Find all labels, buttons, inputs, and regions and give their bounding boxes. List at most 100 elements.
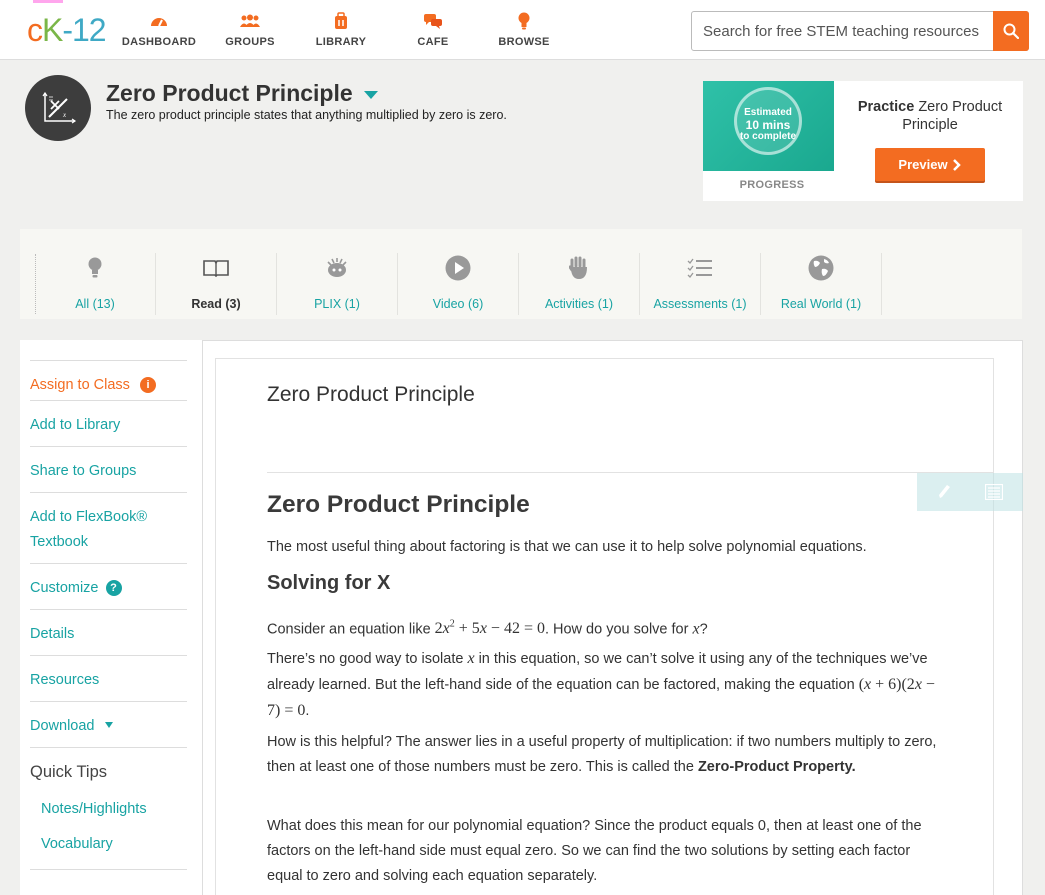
nav-groups[interactable]: GROUPS — [205, 10, 295, 48]
intro-paragraph: The most useful thing about factoring is… — [267, 539, 867, 555]
search-button[interactable] — [993, 11, 1029, 51]
vocabulary-link[interactable]: Vocabulary — [41, 836, 113, 852]
nav-dashboard-label: DASHBOARD — [121, 36, 197, 48]
modality-video[interactable]: Video (6) — [398, 253, 519, 315]
solving-for-x-heading: Solving for X — [267, 572, 391, 594]
zero-product-property-term: Zero-Product Property. — [697, 759, 856, 775]
modality-real-world-label: Real World (1) — [780, 297, 862, 311]
preview-button-label: Preview — [898, 157, 948, 172]
modality-assessments[interactable]: Assessments (1) — [640, 253, 761, 315]
browse-icon — [479, 10, 569, 32]
practice-heading-bold: Practice — [857, 99, 915, 115]
modality-real-world[interactable]: Real World (1) — [761, 253, 882, 315]
nav-library-label: LIBRARY — [315, 36, 367, 48]
concept-description: The zero product principle states that a… — [106, 108, 507, 122]
progress-label: PROGRESS — [739, 179, 805, 191]
var-x: x — [692, 620, 700, 638]
modality-video-label: Video (6) — [432, 297, 484, 311]
cafe-icon — [388, 10, 478, 32]
logo-12: -12 — [62, 12, 106, 48]
quick-tips-label: Quick Tips — [30, 763, 108, 781]
info-icon[interactable]: i — [139, 377, 156, 393]
share-to-groups[interactable]: Share to Groups — [30, 446, 187, 484]
estimate-minutes: 10 mins — [745, 118, 791, 132]
time-estimate-badge: Estimated 10 mins to complete — [734, 87, 802, 155]
ck12-logo[interactable]: cK-12 — [27, 12, 107, 49]
article-heading: Zero Product Principle — [267, 491, 530, 518]
plix-icon — [277, 253, 397, 283]
nav-cafe[interactable]: CAFE — [388, 10, 478, 48]
equation-quadratic: 2x2 + 5x − 42 = 0 — [434, 619, 545, 638]
customize-label: Customize — [30, 580, 99, 596]
details[interactable]: Details — [30, 609, 187, 647]
left-sidebar: Assign to Class i Add to Library Share t… — [20, 340, 202, 895]
practice-thumbnail[interactable]: Estimated 10 mins to complete — [703, 81, 834, 171]
nav-groups-label: GROUPS — [225, 36, 275, 48]
lightbulb-icon — [35, 253, 155, 283]
nav-browse[interactable]: BROWSE — [479, 10, 569, 48]
search-box — [691, 11, 1029, 51]
assign-to-class[interactable]: Assign to Class i — [30, 360, 187, 398]
paragraph-2: There’s no good way to isolate x in this… — [267, 646, 947, 724]
search-input[interactable] — [692, 12, 992, 50]
nav-cafe-label: CAFE — [417, 36, 449, 48]
modality-activities[interactable]: Activities (1) — [519, 253, 640, 315]
add-to-library[interactable]: Add to Library — [30, 400, 187, 438]
notes-icon[interactable] — [983, 481, 1005, 503]
paragraph-3: How is this helpful? The answer lies in … — [267, 730, 947, 780]
quick-tips-heading: Quick Tips — [30, 747, 187, 785]
nav-library[interactable]: LIBRARY — [296, 10, 386, 48]
modality-all-label: All (13) — [75, 297, 115, 311]
play-icon — [398, 253, 518, 283]
practice-heading: Practice Zero Product Principle — [844, 98, 1016, 134]
download-label: Download — [30, 718, 95, 734]
nav-dashboard[interactable]: DASHBOARD — [114, 10, 204, 48]
estimate-label: Estimated — [744, 107, 792, 118]
help-icon[interactable]: ? — [105, 580, 122, 596]
p2-text-c: . — [305, 703, 310, 719]
pencil-icon[interactable] — [933, 481, 955, 503]
modality-read-label: Read (3) — [191, 297, 241, 311]
modality-plix[interactable]: PLIX (1) — [277, 253, 398, 315]
article-page-title: Zero Product Principle — [267, 383, 475, 406]
hand-icon — [519, 253, 639, 283]
modality-bar: All (13) Read (3) PLIX (1) Video (6) Act… — [20, 229, 1022, 319]
var-x-2: x — [467, 650, 475, 667]
chevron-down-icon — [104, 722, 113, 728]
notes-highlights-link[interactable]: Notes/Highlights — [41, 801, 147, 817]
p1-text-c: ? — [699, 621, 708, 638]
customize[interactable]: Customize ? — [30, 563, 187, 601]
paragraph-1: Consider an equation like 2x2 + 5x − 42 … — [267, 612, 947, 642]
svg-text:x: x — [62, 111, 67, 119]
top-navigation-bar: cK-12 DASHBOARD GROUPS LIBRARY CAFE BROW… — [0, 0, 1045, 60]
modality-activities-label: Activities (1) — [544, 297, 614, 311]
paragraph-4: What does this mean for our polynomial e… — [267, 818, 922, 884]
groups-icon — [205, 10, 295, 32]
concept-graph-icon: x — [25, 75, 91, 141]
preview-button[interactable]: Preview — [875, 148, 985, 181]
search-icon — [1003, 23, 1019, 39]
modality-all[interactable]: All (13) — [35, 253, 156, 315]
practice-heading-rest: Zero Product Principle — [902, 99, 1003, 133]
annotation-toolbar — [917, 473, 1023, 511]
resources[interactable]: Resources — [30, 655, 187, 693]
details-label: Details — [30, 626, 75, 642]
logo-c: c — [27, 12, 43, 48]
globe-icon — [761, 253, 881, 283]
practice-card: Estimated 10 mins to complete PROGRESS P… — [703, 81, 1023, 201]
book-icon — [156, 253, 276, 283]
p1-text-b: . How do you solve for — [544, 621, 693, 638]
modality-read[interactable]: Read (3) — [156, 253, 277, 315]
checklist-icon — [640, 253, 760, 283]
share-to-groups-label: Share to Groups — [30, 463, 137, 479]
p1-text-a: Consider an equation like — [267, 621, 435, 638]
nav-browse-label: BROWSE — [498, 36, 550, 48]
concept-title: Zero Product Principle — [106, 80, 353, 106]
library-icon — [296, 10, 386, 32]
modality-assessments-label: Assessments (1) — [653, 297, 747, 311]
assign-to-class-label: Assign to Class — [30, 377, 130, 393]
title-dropdown-caret[interactable] — [364, 91, 378, 99]
add-to-library-label: Add to Library — [30, 417, 121, 433]
download[interactable]: Download — [30, 701, 187, 739]
add-to-flexbook[interactable]: Add to FlexBook® Textbook — [30, 492, 187, 555]
